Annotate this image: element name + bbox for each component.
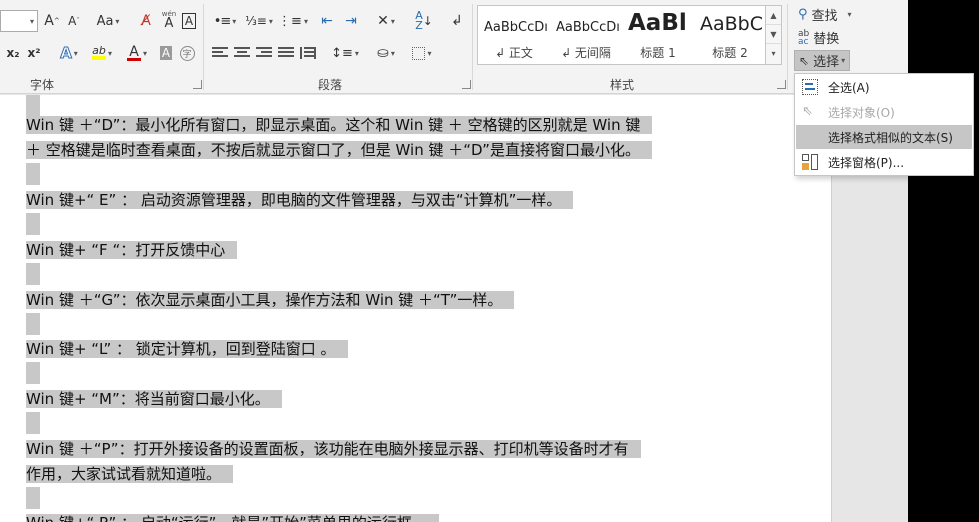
borders-icon (412, 46, 426, 60)
clear-formatting-button[interactable]: A̸ (136, 10, 156, 32)
decrease-indent-icon: ⇤ (321, 13, 333, 29)
chinese-layout-button[interactable]: ✕ ▾ (370, 10, 402, 32)
character-border-button[interactable]: A (180, 10, 198, 32)
subscript-button[interactable]: x₂ (4, 42, 22, 64)
select-button[interactable]: ⇖ 选择 ▾ (794, 50, 851, 71)
style-normal[interactable]: AaBbCcDı ↲ 正文 (478, 6, 550, 64)
multilevel-list-icon: ⋮≡ (278, 13, 302, 29)
text-line[interactable]: Win 键+ “F “：打开反馈中心 (26, 238, 238, 262)
text-effects-icon: A (60, 44, 73, 63)
font-dialog-launcher[interactable] (193, 80, 202, 89)
bullets-icon: •≡ (213, 13, 232, 29)
menu-item-select-objects: ⇖ 选择对象(O) (802, 104, 895, 120)
select-dropdown-menu: 全选(A) ⇖ 选择对象(O) 选择格式相似的文本(S) 选择窗格(P)... (794, 73, 974, 176)
document-page[interactable]: Win 键 ＋“D”：最小化所有窗口，即显示桌面。这个和 Win 键 ＋ 空格键… (0, 95, 831, 522)
text-line[interactable]: Win 键+“ E” ： 启动资源管理器，即电脑的文件管理器，与双击“计算机”一… (26, 188, 574, 212)
select-objects-icon: ⇖ (802, 104, 813, 119)
character-border-icon: A (181, 13, 197, 29)
menu-item-select-similar-formatting[interactable]: 选择格式相似的文本(S) (796, 125, 972, 149)
align-left-icon (212, 47, 228, 59)
clear-formatting-icon: A̸ (141, 13, 151, 29)
text-line[interactable]: ＋ 空格键是临时查看桌面，不按后就显示窗口了，但是 Win 键 ＋“D”是直接将… (26, 138, 652, 162)
text-line[interactable]: Win 键 ＋“G”：依次显示桌面小工具，操作方法和 Win 键 ＋“T”一样。 (26, 288, 515, 312)
shading-button[interactable]: ⛀ ▾ (370, 42, 402, 64)
sort-button[interactable]: A Z ↓ (412, 10, 436, 32)
text-line[interactable]: Win 键+ “L” ： 锁定计算机，回到登陆窗口 。 (26, 337, 348, 361)
menu-item-select-all[interactable]: 全选(A) (796, 75, 972, 99)
show-formatting-marks-button[interactable]: ↲ (446, 10, 468, 32)
paragraph-group-label: 段落 (318, 78, 343, 92)
increase-indent-button[interactable]: ⇥ (340, 10, 362, 32)
text-line[interactable]: Win 键 ＋“D”：最小化所有窗口，即显示桌面。这个和 Win 键 ＋ 空格键… (26, 113, 653, 137)
distributed-icon (300, 47, 316, 59)
character-shading-button[interactable]: A (157, 42, 175, 64)
numbering-icon: ⅓≡ (245, 14, 267, 28)
phonetic-guide-button[interactable]: wén A (158, 8, 180, 30)
shrink-font-icon: A (68, 14, 77, 28)
ribbon: ▾ A ^ Aˇ Aa ▾ A̸ wén A A x₂ x² A ▾ ab ▾ A ▾… (0, 0, 908, 94)
text-line[interactable]: Win 键 ＋“P”：打开外接设备的设置面板，该功能在电脑外接显示器、打印机等设… (26, 437, 641, 461)
grow-font-icon: A (44, 13, 54, 29)
text-effects-button[interactable]: A ▾ (56, 42, 82, 64)
font-color-icon: A (129, 43, 139, 60)
justify-icon (278, 47, 294, 59)
gallery-down-arrow-icon[interactable]: ▼ (766, 25, 781, 44)
align-right-icon (256, 47, 272, 59)
styles-gallery: AaBbCcDı ↲ 正文 AaBbCcDı ↲ 无间隔 AaBl 标题 1 A… (477, 5, 782, 65)
text-line[interactable]: Win 键+ “M”：将当前窗口最小化。 (26, 387, 282, 411)
character-shading-icon: A (159, 46, 173, 60)
grow-font-button[interactable]: A ^ (42, 10, 62, 32)
gallery-more-icon[interactable]: ▾ (766, 44, 781, 63)
highlight-button[interactable]: ab ▾ (86, 42, 118, 64)
style-heading-1[interactable]: AaBl 标题 1 (622, 6, 694, 64)
magnifier-icon: ⚲ (798, 7, 808, 22)
align-center-icon (234, 47, 250, 59)
replace-icon: ab ac (798, 28, 810, 47)
pilcrow-icon: ↲ (451, 13, 463, 29)
justify-button[interactable] (276, 42, 296, 64)
align-right-button[interactable] (254, 42, 274, 64)
bullets-button[interactable]: •≡ ▾ (210, 10, 240, 32)
align-left-button[interactable] (210, 42, 230, 64)
selection-pane-icon (802, 154, 818, 170)
font-size-combobox[interactable]: ▾ (0, 10, 38, 32)
borders-button[interactable]: ▾ (406, 42, 438, 64)
text-line[interactable]: 作用，大家试试看就知道啦。 (26, 462, 234, 486)
line-spacing-button[interactable]: ↕≡ ▾ (330, 42, 360, 64)
paragraph-dialog-launcher[interactable] (462, 80, 471, 89)
font-color-button[interactable]: A ▾ (122, 42, 152, 64)
change-case-button[interactable]: Aa ▾ (92, 10, 124, 32)
multilevel-list-button[interactable]: ⋮≡ ▾ (278, 10, 308, 32)
paint-bucket-icon: ⛀ (377, 45, 389, 61)
highlighter-icon: ab (92, 44, 106, 57)
style-heading-2[interactable]: AaBbC 标题 2 (694, 6, 766, 64)
superscript-button[interactable]: x² (25, 42, 43, 64)
shrink-font-button[interactable]: Aˇ (64, 10, 84, 32)
text-line[interactable]: Win 键+“ R” ： 启动“运行”，就是”开始”菜单里的运行框。 (26, 511, 439, 522)
chinese-layout-icon: ✕ (377, 13, 389, 29)
styles-dialog-launcher[interactable] (777, 80, 786, 89)
style-no-spacing[interactable]: AaBbCcDı ↲ 无间隔 (550, 6, 622, 64)
replace-button[interactable]: ab ac 替换 (794, 27, 843, 48)
gallery-scroll: ▲ ▼ ▾ (765, 6, 781, 64)
distributed-button[interactable] (298, 42, 318, 64)
find-button[interactable]: ⚲ 查找 ▾ (794, 4, 856, 25)
menu-item-selection-pane[interactable]: 选择窗格(P)... (796, 150, 972, 174)
decrease-indent-button[interactable]: ⇤ (316, 10, 338, 32)
cursor-arrow-icon: ⇖ (799, 53, 810, 68)
numbering-button[interactable]: ⅓≡ ▾ (244, 10, 274, 32)
align-center-button[interactable] (232, 42, 252, 64)
enclose-characters-button[interactable]: 字 (178, 42, 196, 64)
line-spacing-icon: ↕≡ (331, 45, 353, 61)
sort-icon: AZ (415, 9, 423, 32)
select-all-icon (802, 79, 818, 95)
styles-group-label: 样式 (610, 78, 635, 92)
gallery-up-arrow-icon[interactable]: ▲ (766, 6, 781, 25)
increase-indent-icon: ⇥ (345, 13, 357, 29)
font-group-label: 字体 (30, 78, 55, 92)
enclose-characters-icon: 字 (179, 45, 195, 61)
